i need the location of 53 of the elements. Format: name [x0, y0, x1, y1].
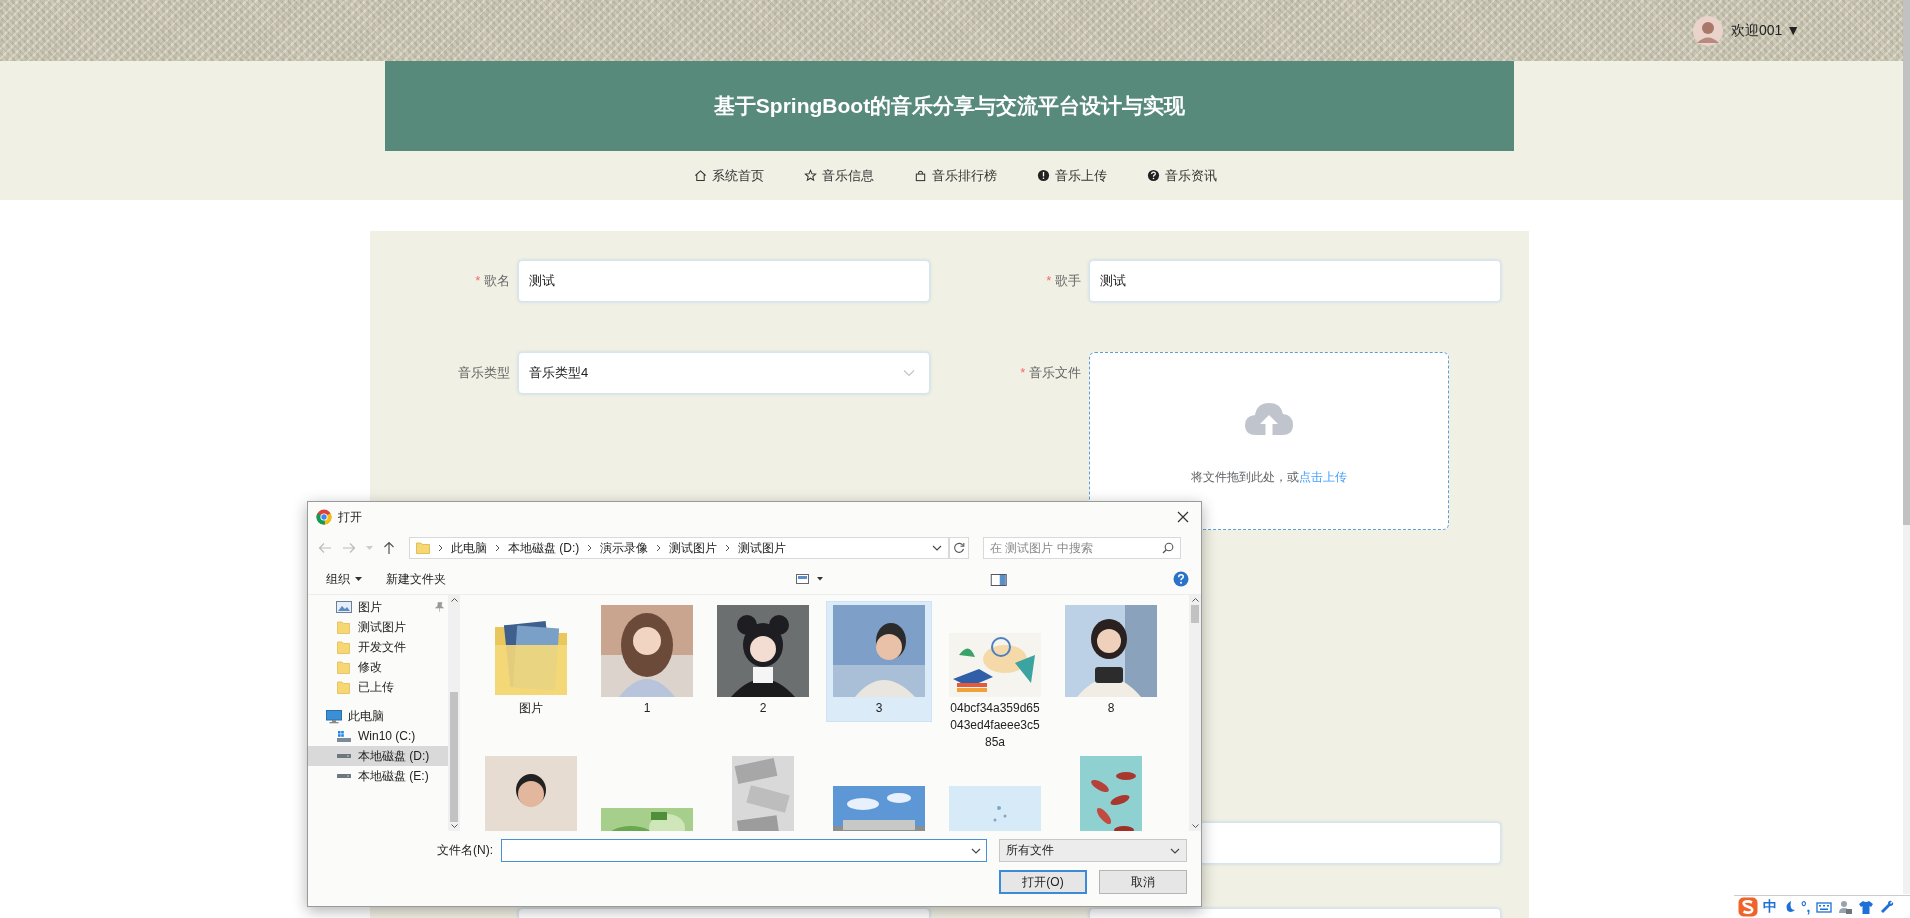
file-item[interactable]: 8	[1058, 601, 1164, 722]
breadcrumb-item[interactable]: 本地磁盘 (D:)	[508, 539, 580, 557]
file-item[interactable]: 图片	[478, 601, 584, 722]
file-name: 1	[642, 700, 652, 717]
input-field[interactable]: 测试	[1089, 260, 1501, 302]
nav-pane-item[interactable]: 修改	[308, 657, 448, 677]
select-field[interactable]: 音乐类型4	[518, 352, 930, 394]
breadcrumb-item[interactable]: 演示录像	[600, 539, 649, 557]
file-name: 04bcf34a359d65043ed4faeee3c585a	[949, 700, 1041, 751]
ime-mode-toggle[interactable]: °,	[1801, 899, 1811, 915]
nav-link[interactable]: 音乐排行榜	[913, 166, 997, 185]
file-item[interactable]: 2	[710, 601, 816, 722]
organize-menu[interactable]: 组织	[326, 570, 362, 588]
nav-link[interactable]: 音乐资讯	[1146, 166, 1217, 185]
field-label: * 歌手	[1045, 272, 1081, 290]
nav-pane-item[interactable]: 开发文件	[308, 637, 448, 657]
file-item[interactable]: 04bcf34a359d65043ed4faeee3c585a	[942, 601, 1048, 756]
field-label: 文件名(N):	[437, 842, 493, 859]
nav-pane-item[interactable]: Win10 (C:)	[308, 726, 448, 746]
nav-pane-item[interactable]: 图片	[308, 597, 448, 617]
file-name: 3	[874, 700, 884, 717]
file-name: 2	[758, 700, 768, 717]
open-button[interactable]: 打开(O)	[999, 870, 1087, 894]
nav-pane-item[interactable]: 本地磁盘 (D:)	[308, 746, 448, 766]
dialog-title: 打开	[338, 508, 363, 526]
search-field[interactable]: 在 测试图片 中搜索	[983, 537, 1181, 559]
nav-pane-item[interactable]: 此电脑	[308, 706, 448, 726]
input-field[interactable]: 测试	[518, 260, 930, 302]
cancel-button[interactable]: 取消	[1099, 870, 1187, 894]
nav-pane-item[interactable]: 本地磁盘 (E:)	[308, 766, 448, 786]
breadcrumb-item[interactable]: 此电脑	[451, 539, 487, 557]
header-banner: 基于SpringBoot的音乐分享与交流平台设计与实现	[385, 61, 1514, 151]
ime-mode-toggle[interactable]: 中	[1763, 898, 1777, 916]
field-label: * 音乐文件	[1019, 364, 1081, 382]
field-label: 音乐类型	[457, 364, 510, 382]
nav-pane-item[interactable]: 测试图片	[308, 617, 448, 637]
nav-link[interactable]: 系统首页	[693, 166, 764, 185]
nav-pane-item[interactable]: 已上传	[308, 677, 448, 697]
user-menu[interactable]: 欢迎001 ▼	[1730, 21, 1800, 40]
nav-link[interactable]: 音乐信息	[803, 166, 874, 185]
breadcrumb-item[interactable]: 测试图片	[738, 539, 787, 557]
breadcrumb-item[interactable]: 测试图片	[669, 539, 718, 557]
file-item[interactable]: 1	[594, 601, 700, 722]
new-folder-button[interactable]: 新建文件夹	[386, 570, 446, 588]
file-type-select[interactable]: 所有文件	[999, 839, 1187, 862]
upload-dropzone[interactable]: 将文件拖到此处，或点击上传	[1089, 352, 1449, 530]
address-bar[interactable]: 此电脑 本地磁盘 (D:) 演示录像 测试图片 测试图片	[409, 537, 949, 559]
nav-link[interactable]: 音乐上传	[1036, 166, 1107, 185]
file-name: 图片	[518, 700, 544, 717]
file-name: 8	[1106, 700, 1116, 717]
field-label: * 歌名	[474, 272, 510, 290]
file-item[interactable]: 3	[826, 601, 932, 722]
upload-hint: 将文件拖到此处，或点击上传	[1191, 469, 1347, 486]
